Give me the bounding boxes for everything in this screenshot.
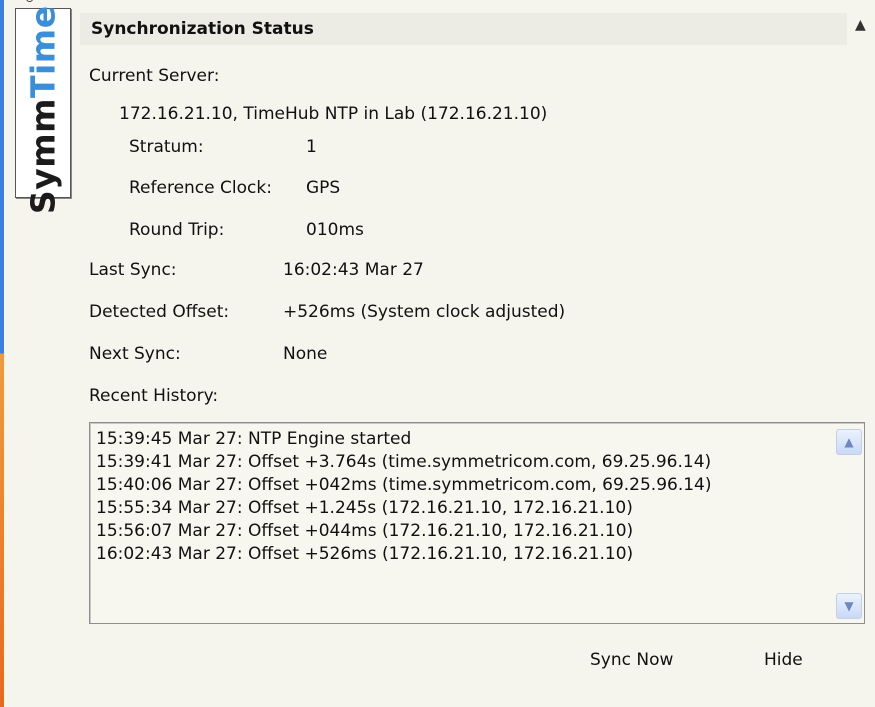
logo-symm-text: Symm bbox=[23, 98, 63, 215]
detected-offset-label: Detected Offset: bbox=[89, 302, 230, 322]
current-server-label: Current Server: bbox=[89, 66, 220, 86]
history-scrollbar[interactable]: ▲ ▼ bbox=[832, 423, 864, 623]
current-server-value: 172.16.21.10, TimeHub NTP in Lab (172.16… bbox=[119, 104, 548, 124]
history-entry[interactable]: 15:56:07 Mar 27: Offset +044ms (172.16.2… bbox=[96, 520, 830, 543]
symmtime-logo: SymmTime ® bbox=[15, 0, 71, 214]
collapse-icon[interactable]: ▲ bbox=[855, 17, 875, 33]
hide-button[interactable]: Hide bbox=[764, 650, 803, 670]
next-sync-value: None bbox=[283, 344, 328, 364]
round-trip-value: 010ms bbox=[306, 220, 364, 240]
history-entry[interactable]: 15:39:41 Mar 27: Offset +3.764s (time.sy… bbox=[96, 451, 830, 474]
reference-clock-value: GPS bbox=[306, 178, 341, 198]
history-entry[interactable]: 15:55:34 Mar 27: Offset +1.245s (172.16.… bbox=[96, 497, 830, 520]
last-sync-label: Last Sync: bbox=[89, 260, 177, 280]
last-sync-value: 16:02:43 Mar 27 bbox=[283, 260, 424, 280]
detected-offset-value: +526ms (System clock adjusted) bbox=[283, 302, 566, 322]
round-trip-label: Round Trip: bbox=[129, 220, 225, 240]
section-title: Synchronization Status bbox=[91, 19, 314, 39]
history-listbox[interactable]: 15:39:45 Mar 27: NTP Engine started 15:3… bbox=[89, 422, 865, 624]
stratum-value: 1 bbox=[306, 137, 317, 157]
stratum-label: Stratum: bbox=[129, 137, 204, 157]
history-entry[interactable]: 15:39:45 Mar 27: NTP Engine started bbox=[96, 428, 830, 451]
scroll-down-icon[interactable]: ▼ bbox=[836, 593, 862, 619]
sync-now-button[interactable]: Sync Now bbox=[590, 650, 673, 670]
logo-time-text: Time bbox=[23, 5, 63, 99]
reference-clock-label: Reference Clock: bbox=[129, 178, 272, 198]
recent-history-label: Recent History: bbox=[89, 386, 219, 406]
scroll-up-icon[interactable]: ▲ bbox=[836, 429, 862, 455]
history-list: 15:39:45 Mar 27: NTP Engine started 15:3… bbox=[96, 428, 830, 619]
logo-registered-mark: ® bbox=[24, 0, 37, 3]
history-entry[interactable]: 15:40:06 Mar 27: Offset +042ms (time.sym… bbox=[96, 474, 830, 497]
history-entry[interactable]: 16:02:43 Mar 27: Offset +526ms (172.16.2… bbox=[96, 543, 830, 566]
window-edge bbox=[0, 0, 4, 707]
section-header: Synchronization Status bbox=[80, 13, 847, 45]
next-sync-label: Next Sync: bbox=[89, 344, 181, 364]
